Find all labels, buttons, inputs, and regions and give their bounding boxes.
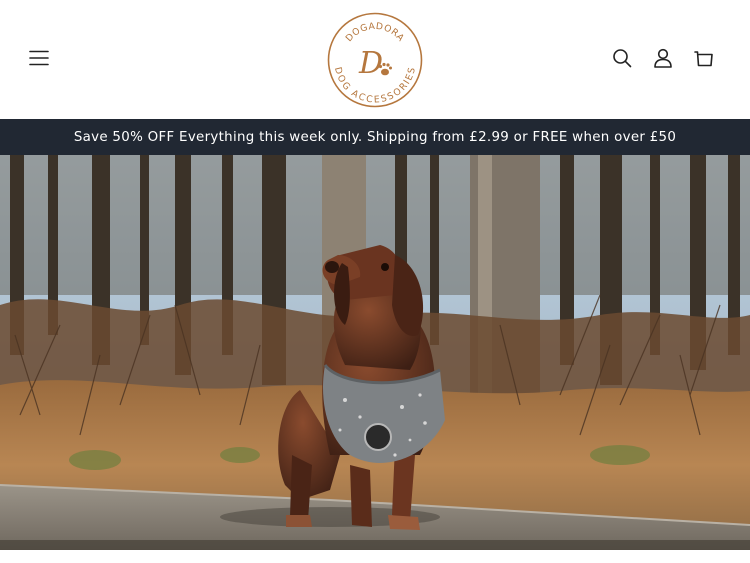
- cart-button[interactable]: [693, 47, 715, 73]
- menu-icon: [29, 50, 49, 70]
- announcement-text: Save 50% OFF Everything this week only. …: [73, 129, 677, 145]
- site-header: DOGADORA DOG ACCESSORIES D: [0, 0, 750, 119]
- menu-button[interactable]: [26, 47, 52, 73]
- account-icon: [653, 48, 673, 72]
- cart-icon: [694, 48, 714, 72]
- header-actions: [611, 47, 715, 73]
- hero-banner: [0, 155, 750, 550]
- account-button[interactable]: [652, 47, 674, 73]
- search-icon: [612, 48, 632, 72]
- search-button[interactable]: [611, 47, 633, 73]
- announcement-bar: Save 50% OFF Everything this week only. …: [0, 119, 750, 155]
- logo-emblem: DOGADORA DOG ACCESSORIES D: [327, 12, 423, 108]
- hero-image: [0, 155, 750, 550]
- brand-logo[interactable]: DOGADORA DOG ACCESSORIES D: [327, 12, 423, 108]
- logo-monogram: D: [358, 46, 383, 81]
